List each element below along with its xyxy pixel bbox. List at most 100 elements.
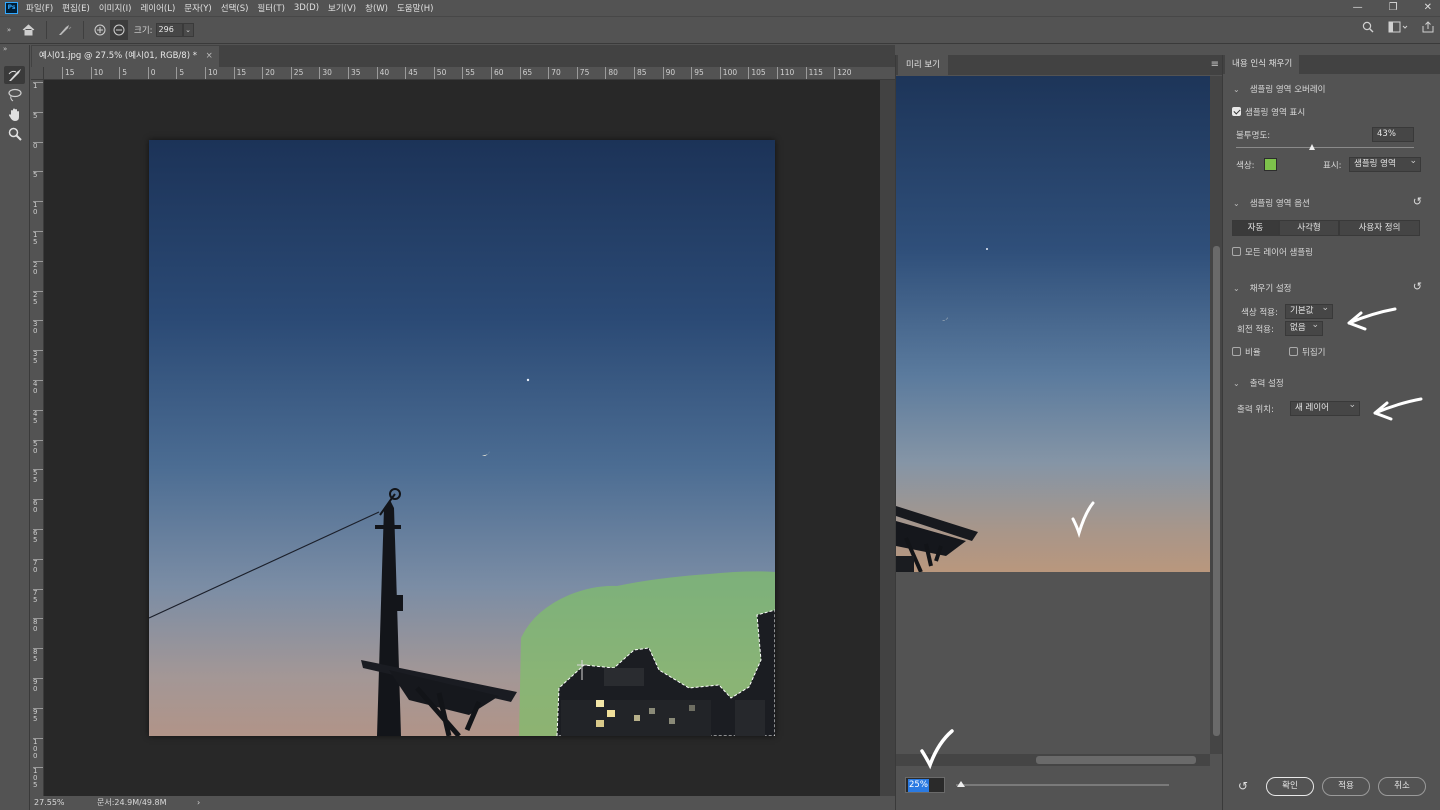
rotation-adaptation-dropdown[interactable]: 없음 [1285, 319, 1323, 336]
preview-zoom-value: 25% [908, 779, 929, 792]
sampling-mode-rectangle[interactable]: 사각형 [1279, 220, 1339, 236]
ruler-tick-label: 8 0 [33, 618, 43, 633]
opacity-input[interactable]: 43% [1372, 127, 1414, 142]
ok-button[interactable]: 확인 [1266, 777, 1314, 796]
section-output-settings[interactable]: ⌄ 출력 설정 [1233, 377, 1284, 389]
lasso-tool-icon[interactable] [4, 86, 25, 104]
ruler-tick-label: 5 [119, 67, 127, 79]
menu-type[interactable]: 문자(Y) [180, 2, 216, 14]
content-aware-fill-tab[interactable]: 내용 인식 채우기 [1225, 55, 1300, 74]
section-sampling-options[interactable]: ⌄ 샘플링 영역 옵션 [1233, 197, 1310, 209]
brush-tool-icon[interactable] [4, 66, 25, 84]
preview-zoom-slider[interactable] [956, 784, 1169, 786]
document-info: 문서:24.9M/49.8M [97, 798, 167, 807]
lasso-brush-icon[interactable] [53, 20, 77, 40]
chevron-right-icon[interactable]: › [197, 796, 200, 810]
home-icon[interactable] [16, 20, 40, 40]
document-image[interactable] [149, 140, 775, 736]
share-icon[interactable] [1422, 21, 1434, 36]
options-bar: » 크기: 296 ⌄ [0, 16, 1440, 44]
section-fill-settings[interactable]: ⌄ 채우기 설정 [1233, 282, 1292, 294]
ruler-tick-label: 60 [491, 67, 504, 79]
scale-checkbox[interactable] [1232, 347, 1241, 356]
menu-file[interactable]: 파일(F) [22, 2, 58, 14]
menu-layer[interactable]: 레이어(L) [136, 2, 180, 14]
collapse-icon[interactable]: » [3, 45, 7, 53]
hand-tool-icon[interactable] [4, 105, 25, 123]
ruler-tick-label: 5 [33, 111, 43, 120]
preview-tab[interactable]: 미리 보기 [898, 55, 948, 75]
scroll-thumb[interactable] [1036, 756, 1196, 764]
close-icon[interactable]: ✕ [1424, 2, 1432, 13]
reset-all-icon[interactable]: ↺ [1238, 779, 1248, 793]
ruler-tick-label: 7 5 [33, 588, 43, 604]
sample-all-layers-checkbox[interactable] [1232, 247, 1241, 256]
show-sampling-checkbox[interactable] [1232, 107, 1241, 116]
workspace-icon[interactable] [1388, 21, 1408, 36]
menu-filter[interactable]: 필터(T) [253, 2, 289, 14]
menu-image[interactable]: 이미지(I) [95, 2, 137, 14]
ruler-tick-label: 70 [548, 67, 561, 79]
reset-icon[interactable]: ↺ [1413, 280, 1422, 293]
reset-icon[interactable]: ↺ [1413, 195, 1422, 208]
menu-window[interactable]: 창(W) [361, 2, 393, 14]
chevron-down-icon[interactable]: ⌄ [182, 23, 194, 37]
collapse-icon[interactable]: » [2, 20, 16, 40]
rotation-adaptation-label: 회전 적용: [1237, 325, 1274, 335]
window-controls: — ❐ ✕ [1353, 0, 1432, 15]
ruler-tick-label: 20 [262, 67, 275, 79]
menu-edit[interactable]: 편집(E) [58, 2, 95, 14]
close-tab-icon[interactable]: × [206, 51, 213, 61]
apply-button[interactable]: 적용 [1322, 777, 1370, 796]
output-to-label: 출력 위치: [1237, 405, 1274, 415]
size-input[interactable]: 296 [155, 23, 183, 37]
restore-icon[interactable]: ❐ [1389, 2, 1398, 13]
app-logo[interactable]: Ps [5, 1, 18, 14]
sampling-mode-custom[interactable]: 사용자 정의 [1339, 220, 1420, 236]
section-sampling-overlay[interactable]: ⌄ 샘플링 영역 오버레이 [1233, 83, 1326, 95]
output-to-dropdown[interactable]: 새 레이어 [1290, 399, 1360, 416]
menu-select[interactable]: 선택(S) [217, 2, 254, 14]
preview-zoom-input[interactable]: 25% [905, 777, 945, 793]
preview-zoom-slider-thumb[interactable] [957, 781, 966, 787]
mirror-label: 뒤집기 [1302, 348, 1326, 358]
zoom-readout[interactable]: 27.55% [34, 796, 65, 810]
preview-image[interactable] [896, 76, 1210, 572]
menu-3d[interactable]: 3D(D) [290, 3, 324, 13]
ruler-tick-label: 5 0 [33, 439, 43, 455]
subtract-mode-icon[interactable] [110, 20, 128, 40]
ruler-tick-label: 100 [719, 67, 737, 79]
chevron-down-icon: ⌄ [1233, 379, 1240, 388]
opacity-label: 불투명도: [1236, 131, 1271, 141]
ruler-tick-label: 25 [290, 67, 303, 79]
ruler-tick-label: 90 [662, 67, 675, 79]
add-mode-icon[interactable] [90, 20, 110, 40]
document-tab[interactable]: 예시01.jpg @ 27.5% (예시01, RGB/8) * × [32, 46, 219, 67]
minimize-icon[interactable]: — [1353, 2, 1363, 13]
opacity-slider-thumb[interactable] [1309, 144, 1316, 150]
canvas-area[interactable] [44, 80, 880, 796]
display-dropdown[interactable]: 샘플링 영역 [1349, 155, 1421, 172]
check-annotation-icon [920, 729, 954, 770]
menu-view[interactable]: 보기(V) [324, 2, 361, 14]
ruler-tick-label: 105 [748, 67, 766, 79]
ruler-tick-label: 5 [176, 67, 184, 79]
ruler-tick-label: 115 [805, 67, 823, 79]
cancel-button[interactable]: 취소 [1378, 777, 1426, 796]
color-adaptation-dropdown[interactable]: 기본값 [1285, 302, 1333, 319]
mirror-checkbox[interactable] [1289, 347, 1298, 356]
scroll-thumb[interactable] [1213, 246, 1220, 736]
content-aware-fill-panel: 내용 인식 채우기 ⌄ 샘플링 영역 오버레이 샘플링 영역 표시 불투명도: 4… [1222, 55, 1440, 810]
ruler-tick-label: 4 5 [33, 409, 43, 425]
canvas-scrollbar[interactable] [880, 80, 895, 796]
overlay-color-swatch[interactable] [1264, 158, 1277, 171]
chevron-down-icon: ⌄ [1233, 85, 1240, 94]
opacity-slider[interactable] [1236, 147, 1414, 148]
menu-help[interactable]: 도움말(H) [393, 2, 438, 14]
search-icon[interactable] [1362, 21, 1374, 36]
zoom-tool-icon[interactable] [4, 125, 25, 143]
color-label: 색상: [1236, 161, 1255, 171]
panel-menu-icon[interactable]: ≡ [1211, 59, 1219, 70]
sampling-mode-auto[interactable]: 자동 [1232, 220, 1279, 236]
ruler-tick-label: 110 [777, 67, 794, 79]
